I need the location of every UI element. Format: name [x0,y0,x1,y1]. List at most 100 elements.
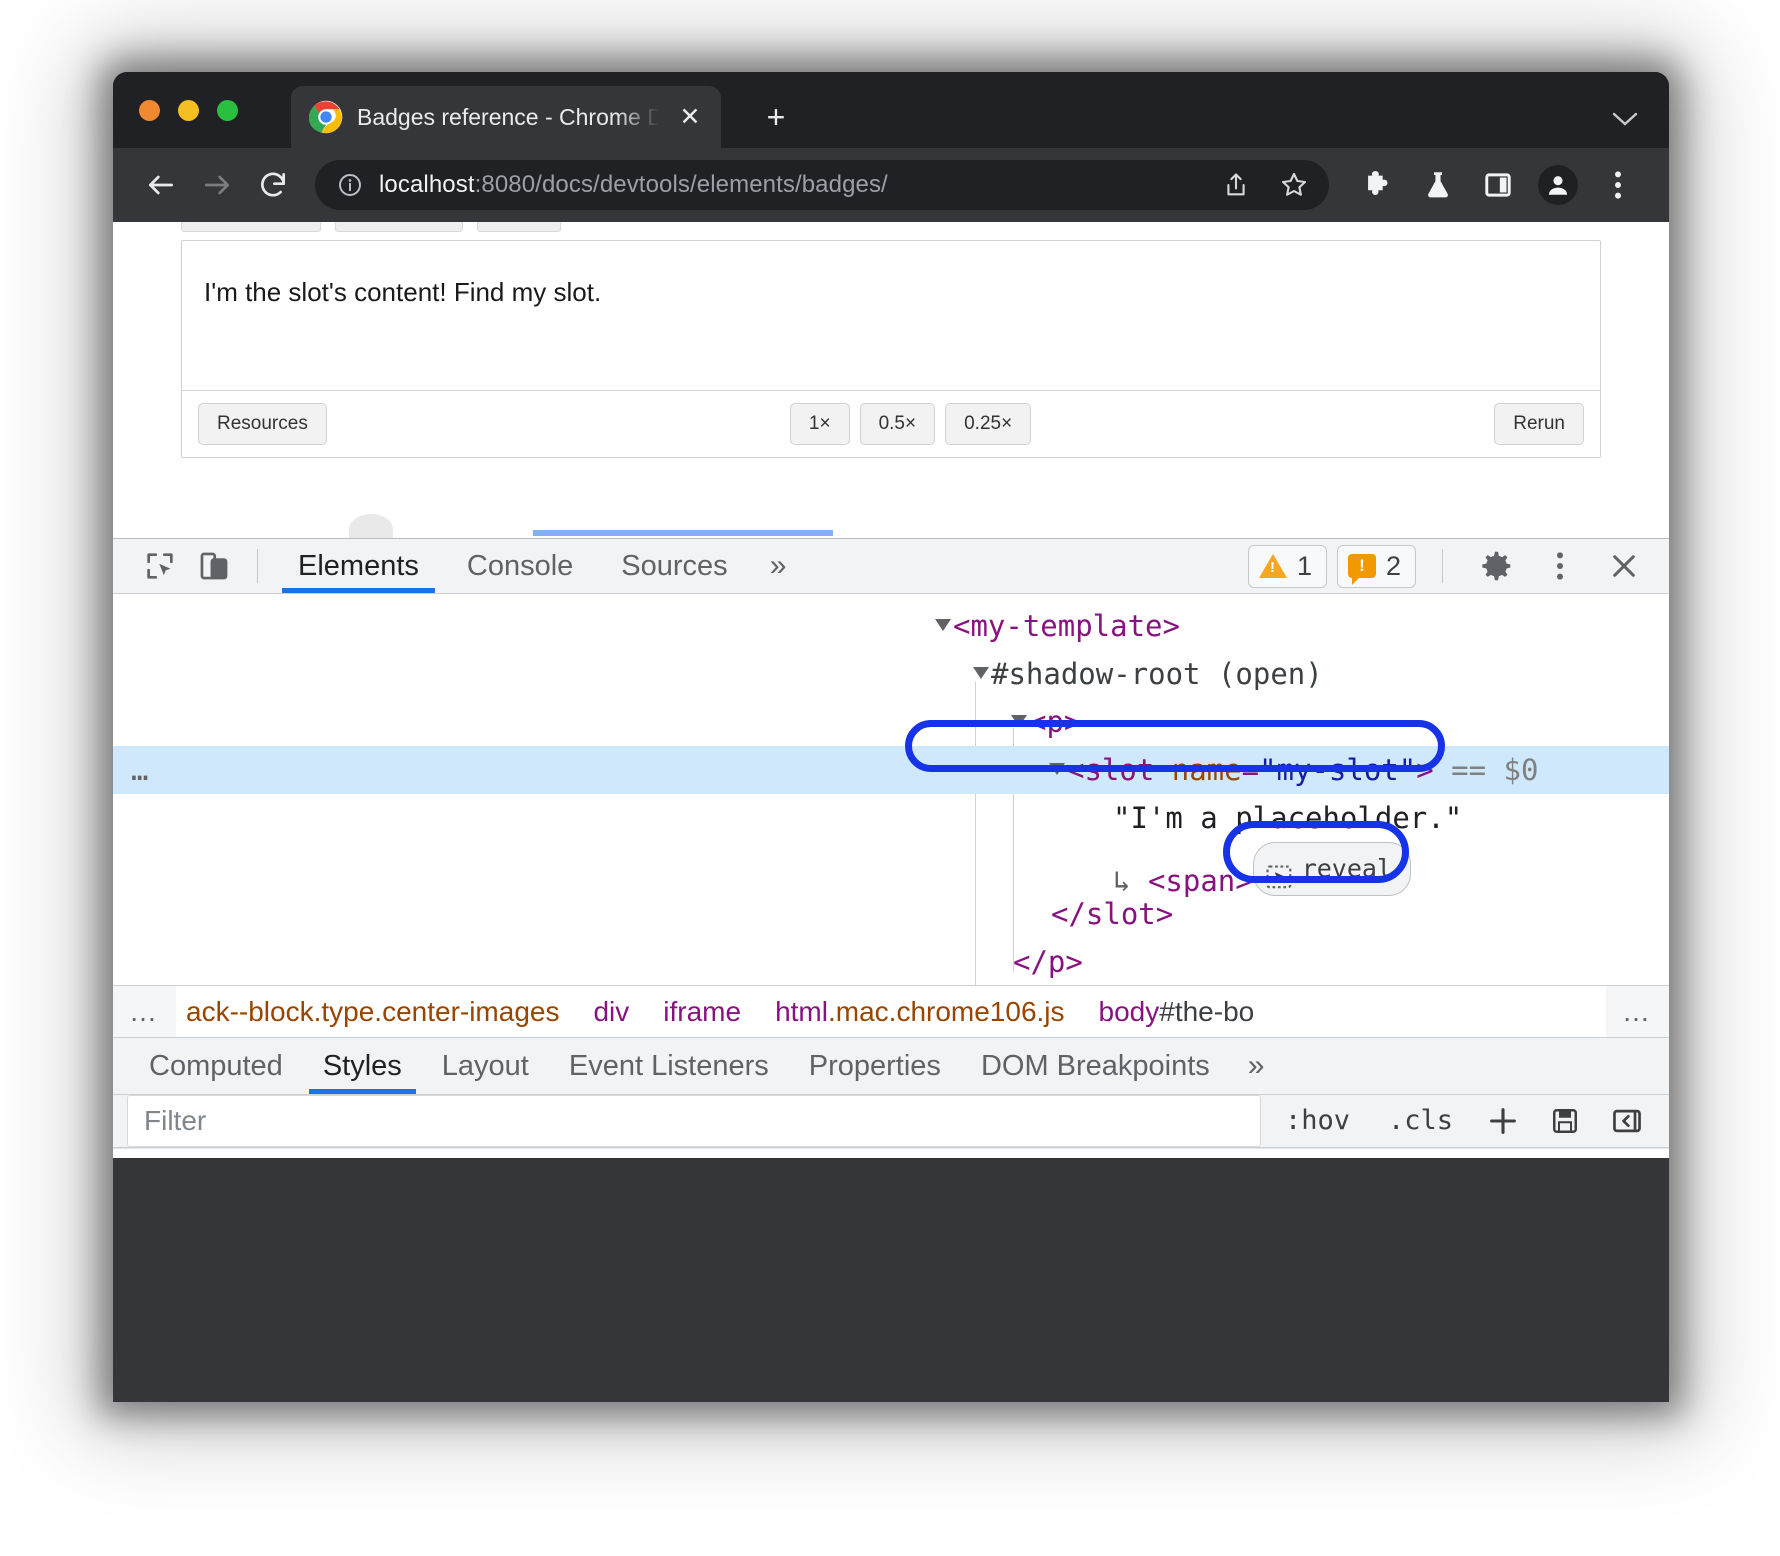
more-tabs-button[interactable]: » [752,539,805,593]
breadcrumb-item-1[interactable]: ack--block.type.center-images [186,996,559,1028]
dom-line-p-open[interactable]: <p> [113,698,1669,746]
dom-line-shadow-root[interactable]: #shadow-root (open) [113,650,1669,698]
expand-triangle-icon[interactable] [1011,715,1027,727]
puzzle-piece-icon[interactable] [1353,160,1403,210]
new-tab-button[interactable]: + [753,94,799,140]
breadcrumb-items: ack--block.type.center-images div iframe… [176,986,1606,1038]
zoom-025x-button[interactable]: 0.25× [945,403,1031,445]
side-panel-icon[interactable] [1473,160,1523,210]
tab-elements[interactable]: Elements [274,539,443,593]
dom-line-slot-close[interactable]: </slot> [113,890,1669,938]
minimize-window-button[interactable] [178,100,199,121]
breadcrumb-item-tag: body [1099,996,1160,1027]
pane-tab-styles[interactable]: Styles [303,1038,422,1093]
resources-button[interactable]: Resources [198,403,327,445]
dom-tag-name: </p> [1013,945,1083,979]
demo-embed-frame: I'm the slot's content! Find my slot. Re… [181,240,1601,458]
pane-tab-dom-breakpoints[interactable]: DOM Breakpoints [961,1038,1230,1093]
demo-control-2[interactable] [335,222,463,232]
device-toggle-icon[interactable] [187,539,241,593]
close-tab-button[interactable]: ✕ [673,100,707,134]
tab-title: Badges reference - Chrome De [357,104,659,131]
computed-styles-icon[interactable] [1539,1095,1591,1147]
share-icon[interactable] [1215,164,1257,206]
close-window-button[interactable] [139,100,160,121]
page-partial-link [533,530,833,536]
issue-bubble-icon: ! [1348,554,1376,578]
tab-console[interactable]: Console [443,539,597,593]
back-button[interactable] [135,159,187,211]
reload-button[interactable] [247,159,299,211]
reveal-cursor-icon [1266,857,1292,881]
issues-badge[interactable]: ! 2 [1337,545,1416,588]
dom-line-text-placeholder[interactable]: "I'm a placeholder." [113,794,1669,842]
warnings-badge[interactable]: 1 [1248,545,1327,588]
breadcrumb-item-div[interactable]: div [593,996,629,1028]
dom-attr-value[interactable]: "my-slot" [1259,753,1416,787]
breadcrumb-item-classes: ack--block.type.center-images [186,996,559,1027]
styles-filter-input[interactable]: Filter [127,1095,1261,1147]
breadcrumb-overflow-left[interactable]: … [113,996,176,1028]
dom-console-ref: $0 [1504,753,1539,787]
breadcrumb-item-html[interactable]: html.mac.chrome106.js [775,996,1064,1028]
maximize-window-button[interactable] [217,100,238,121]
expand-triangle-icon[interactable] [935,619,951,631]
breadcrumb-item-iframe[interactable]: iframe [663,996,741,1028]
chevron-down-icon[interactable] [1611,110,1639,134]
info-circle-icon[interactable] [337,172,363,198]
pane-tab-computed[interactable]: Computed [129,1038,303,1093]
page-viewport: I'm the slot's content! Find my slot. Re… [113,222,1669,538]
close-devtools-icon[interactable] [1597,539,1651,593]
person-icon [1538,165,1578,205]
profile-button[interactable] [1533,160,1583,210]
tab-sources[interactable]: Sources [597,539,751,593]
forward-button[interactable] [191,159,243,211]
dom-row-overflow-ellipsis[interactable]: … [131,746,151,794]
zoom-05x-button[interactable]: 0.5× [860,403,936,445]
demo-control-3[interactable] [477,222,561,232]
dom-tree[interactable]: <my-template> #shadow-root (open) <p> … … [113,594,1669,985]
star-icon[interactable] [1273,164,1315,206]
dom-line-slot-selected[interactable]: … <slot name="my-slot"> == $0 [113,746,1669,794]
demo-control-1[interactable] [181,222,321,232]
zoom-1x-button[interactable]: 1× [790,403,850,445]
inspect-cursor-icon[interactable] [133,539,187,593]
breadcrumb-item-tag: html [775,996,828,1027]
browser-tab[interactable]: Badges reference - Chrome De ✕ [291,86,721,148]
devtools-tab-list: Elements Console Sources » [274,539,804,593]
plus-icon[interactable] [1477,1095,1529,1147]
toolbar-divider-2 [1442,549,1443,583]
breadcrumb-overflow-right[interactable]: … [1606,996,1669,1028]
styles-filter-bar: Filter :hov .cls [113,1095,1669,1148]
pane-more-tabs-button[interactable]: » [1230,1038,1283,1093]
dom-line-span-reveal[interactable]: ↳ <span>reveal [113,842,1669,890]
dom-attr-equals: = [1242,753,1259,787]
dom-tag-name: <my-template> [953,609,1180,643]
devtools-more-menu-icon[interactable] [1533,539,1587,593]
breadcrumb-item-body[interactable]: body#the-bo [1099,996,1255,1028]
pane-tab-layout[interactable]: Layout [422,1038,549,1093]
demo-output-text: I'm the slot's content! Find my slot. [182,241,1600,391]
pane-tab-event-listeners[interactable]: Event Listeners [549,1038,789,1093]
dom-line-my-template[interactable]: <my-template> [113,602,1669,650]
url-path: :8080/docs/devtools/elements/badges/ [475,171,888,198]
toggle-sidebar-icon[interactable] [1601,1095,1653,1147]
pane-tab-properties[interactable]: Properties [789,1038,961,1093]
dom-tag-name: <slot [1067,753,1172,787]
dom-line-p-close[interactable]: </p> [113,938,1669,985]
expand-triangle-icon[interactable] [1049,763,1065,775]
hov-button[interactable]: :hov [1271,1105,1364,1136]
cls-button[interactable]: .cls [1374,1105,1467,1136]
gear-icon[interactable] [1469,539,1523,593]
flask-icon[interactable] [1413,160,1463,210]
three-dot-menu-icon[interactable] [1593,160,1643,210]
reveal-badge[interactable]: reveal [1253,842,1411,896]
reveal-badge-label: reveal [1302,845,1392,893]
screenshot-root: Badges reference - Chrome De ✕ + [0,0,1780,1556]
rerun-button[interactable]: Rerun [1494,403,1584,445]
expand-triangle-icon[interactable] [973,667,989,679]
dom-tag-name: </slot> [1051,897,1173,931]
dom-attr-name[interactable]: name [1172,753,1242,787]
address-bar[interactable]: localhost:8080/docs/devtools/elements/ba… [315,160,1329,210]
demo-zoom-group: 1× 0.5× 0.25× [790,403,1031,445]
